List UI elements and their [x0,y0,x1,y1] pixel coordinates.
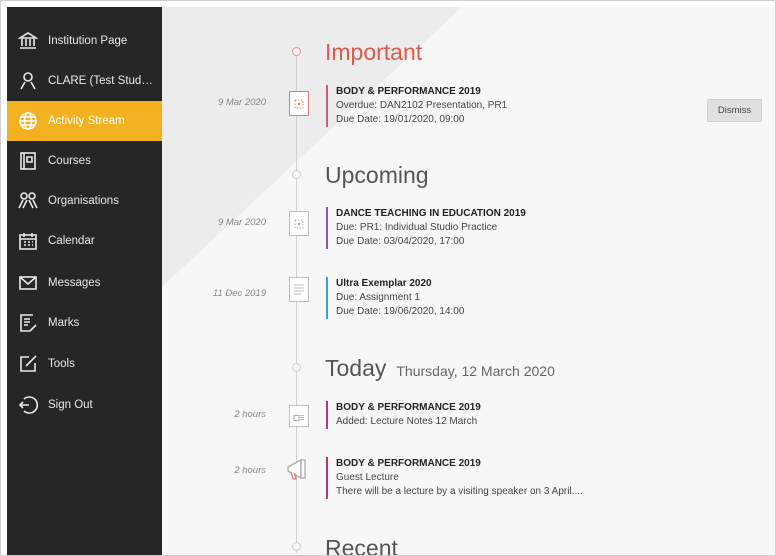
document-icon [289,91,309,116]
timeline-node [292,170,301,179]
stream-entry[interactable]: BODY & PERFORMANCE 2019 Guest Lecture Th… [326,457,583,499]
entry-description: There will be a lecture by a visiting sp… [336,486,583,497]
entry-date: 9 Mar 2020 [217,97,266,108]
dismiss-button[interactable]: Dismiss [707,99,762,122]
entry-detail: Due: Assignment 1 [336,292,420,303]
stream-entry[interactable]: Ultra Exemplar 2020 Due: Assignment 1 Du… [326,277,464,319]
sidebar-item-sign-out[interactable]: Sign Out [7,385,162,425]
institution-icon [17,30,39,52]
section-title-important: Important [325,39,423,65]
sidebar-item-label: Courses [48,155,91,167]
courses-icon [17,150,39,172]
section-subtitle-date: Thursday, 12 March 2020 [396,363,555,379]
timeline-node [292,47,301,56]
sidebar-item-courses[interactable]: Courses [7,141,162,181]
sidebar-item-label: Marks [48,317,80,329]
sidebar-item-label: Institution Page [48,35,128,47]
section-title-today-label: Today [325,355,387,381]
entry-detail: Overdue: DAN2102 Presentation, PR1 [336,100,508,111]
document-icon [289,405,309,427]
entry-detail: Added: Lecture Notes 12 March [336,416,478,427]
sidebar: Institution Page CLARE (Test Studen... A… [7,7,162,555]
entry-due-date: Due Date: 19/06/2020, 14:00 [336,306,465,317]
entry-date: 2 hours [234,465,266,476]
entry-course: DANCE TEACHING IN EDUCATION 2019 [336,208,526,219]
globe-icon [17,110,39,132]
tools-icon [17,353,39,375]
sidebar-item-label: Calendar [48,235,95,247]
organisations-icon [17,190,39,212]
entry-date: 2 hours [234,409,266,420]
stream-entry[interactable]: DANCE TEACHING IN EDUCATION 2019 Due: PR… [326,207,526,249]
entry-detail: Due: PR1: Individual Studio Practice [336,222,498,233]
sidebar-item-organisations[interactable]: Organisations [7,181,162,221]
entry-due-date: Due Date: 19/01/2020, 09:00 [336,114,465,125]
sidebar-item-messages[interactable]: Messages [7,263,162,303]
entry-due-date: Due Date: 03/04/2020, 17:00 [336,236,465,247]
stream-entry[interactable]: BODY & PERFORMANCE 2019 Overdue: DAN2102… [326,85,507,127]
app-window: Institution Page CLARE (Test Studen... A… [0,0,776,556]
sidebar-item-label: Messages [48,277,101,289]
sidebar-item-institution-page[interactable]: Institution Page [7,21,162,61]
activity-stream: Important 9 Mar 2020 BODY & PERFORMANCE … [162,7,775,556]
sidebar-item-label: Activity Stream [48,115,125,127]
calendar-icon [17,230,39,252]
entry-course: BODY & PERFORMANCE 2019 [336,86,481,97]
sidebar-item-label: Sign Out [48,399,93,411]
sidebar-item-label: Tools [48,358,75,370]
sidebar-item-label: Organisations [48,195,119,207]
entry-course: BODY & PERFORMANCE 2019 [336,458,481,469]
sidebar-item-activity-stream[interactable]: Activity Stream [7,101,162,141]
document-icon [289,277,309,302]
user-icon [17,70,39,92]
timeline-node [292,363,301,372]
entry-course: BODY & PERFORMANCE 2019 [336,402,481,413]
entry-detail: Guest Lecture [336,472,399,483]
marks-icon [17,312,39,334]
entry-course: Ultra Exemplar 2020 [336,278,432,289]
timeline-node [292,542,301,551]
envelope-icon [17,272,39,294]
megaphone-icon [285,457,313,483]
sidebar-item-marks[interactable]: Marks [7,303,162,343]
section-title-recent: Recent [325,535,398,556]
section-title-today: Today Thursday, 12 March 2020 [325,355,555,382]
entry-date: 9 Mar 2020 [217,217,266,228]
sidebar-item-profile[interactable]: CLARE (Test Studen... [7,61,162,101]
sidebar-item-label: CLARE (Test Studen... [48,75,156,87]
sidebar-item-tools[interactable]: Tools [7,344,162,384]
entry-date: 11 Dec 2019 [212,288,266,299]
section-title-upcoming: Upcoming [325,162,429,188]
stream-entry[interactable]: BODY & PERFORMANCE 2019 Added: Lecture N… [326,401,481,429]
sidebar-item-calendar[interactable]: Calendar [7,221,162,261]
document-icon [289,211,309,236]
sign-out-icon [17,394,39,416]
